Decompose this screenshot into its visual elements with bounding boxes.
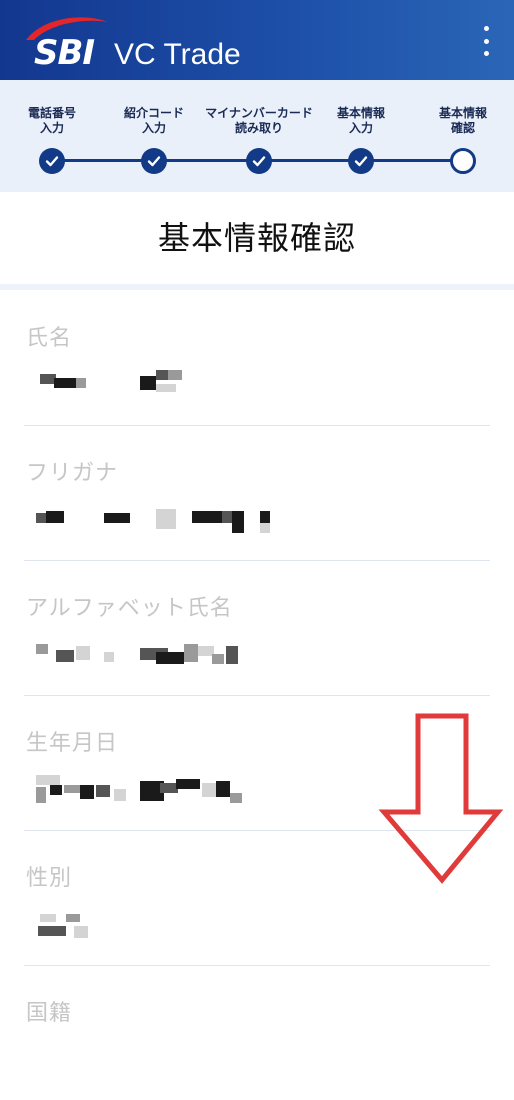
step-label: 基本情報 確認 xyxy=(438,106,487,135)
field-label: 性別 xyxy=(26,866,73,891)
redacted-value xyxy=(36,501,336,535)
sbi-vc-trade-logo: SBI VC Trade xyxy=(22,14,262,74)
field-furigana: フリガナ xyxy=(24,425,490,561)
field-label: アルファベット氏名 xyxy=(26,596,233,621)
step-label: マイナンバーカード 読み取り xyxy=(205,106,313,135)
field-alphabet-name: アルファベット氏名 xyxy=(24,560,490,696)
step-current-dot xyxy=(450,148,476,174)
field-label: 国籍 xyxy=(26,1001,73,1026)
redacted-value xyxy=(36,906,336,940)
page-title: 基本情報確認 xyxy=(157,219,356,257)
redacted-value xyxy=(36,636,336,670)
progress-stepper: 電話番号 入力 紹介コード 入力 マイナンバーカード 読み取り 基本情報 入力 … xyxy=(0,80,514,192)
more-vertical-icon xyxy=(483,26,489,31)
step-done-dot xyxy=(141,148,167,174)
check-icon xyxy=(252,156,266,167)
down-arrow-icon xyxy=(378,713,504,884)
step-done-dot xyxy=(39,148,65,174)
field-label: 氏名 xyxy=(26,326,73,351)
logo-sbi-text: SBI xyxy=(34,33,95,73)
more-menu-button[interactable] xyxy=(478,26,494,56)
check-icon xyxy=(45,156,59,167)
step-label: 電話番号 入力 xyxy=(27,106,76,135)
step-label: 紹介コード 入力 xyxy=(123,106,184,135)
step-done-dot xyxy=(348,148,374,174)
field-label: 生年月日 xyxy=(26,731,119,756)
logo-vc-trade-text: VC Trade xyxy=(114,38,241,71)
step-done-dot xyxy=(246,148,272,174)
check-icon xyxy=(354,156,368,167)
redacted-value xyxy=(36,366,336,400)
check-icon xyxy=(147,156,161,167)
field-name: 氏名 xyxy=(24,290,490,426)
field-label: フリガナ xyxy=(26,461,119,486)
field-nationality: 国籍 xyxy=(24,965,490,1100)
app-header: SBI VC Trade xyxy=(0,0,514,80)
step-label: 基本情報 入力 xyxy=(336,106,385,135)
redacted-value xyxy=(36,771,336,805)
